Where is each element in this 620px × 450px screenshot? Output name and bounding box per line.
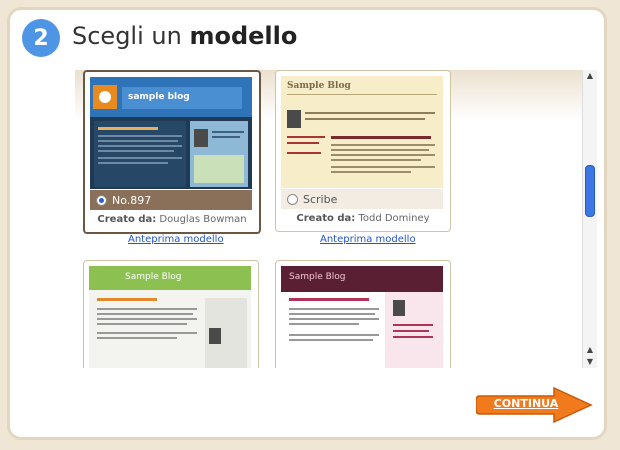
title-prefix: Scegli un — [72, 22, 182, 50]
template-card-green[interactable]: Sample Blog — [83, 260, 259, 368]
thumb-blog-title: Sample Blog — [287, 81, 351, 91]
step-number-badge: 2 — [22, 19, 60, 57]
author-name: Douglas Bowman — [159, 214, 247, 225]
scroll-up-icon[interactable]: ▲ — [583, 344, 597, 356]
author-label: Creato da: — [296, 213, 356, 224]
scroll-up-icon[interactable]: ▲ — [583, 70, 597, 82]
thumb-blog-title: sample blog — [128, 92, 190, 102]
template-card-no897[interactable]: sample blog No.897 Creato da: Douglas Bo… — [83, 70, 261, 234]
thumb-blog-title: Sample Blog — [289, 272, 346, 282]
template-thumbnail-no897[interactable]: sample blog — [90, 77, 252, 189]
template-card-pink[interactable]: Sample Blog — [275, 260, 451, 368]
continue-label: CONTINUA — [493, 397, 559, 410]
template-card-frame: Sample Blog — [275, 260, 451, 368]
title-bold: modello — [189, 22, 298, 50]
template-thumbnail-scribe[interactable]: Sample Blog — [281, 76, 443, 188]
template-card-scribe[interactable]: Sample Blog Scribe Creato da: Todd Domin… — [275, 70, 451, 232]
author-label: Creato da: — [97, 214, 157, 225]
template-thumbnail-pink[interactable]: Sample Blog — [281, 266, 443, 368]
template-card-frame: Sample Blog — [83, 260, 259, 368]
template-gallery: sample blog No.897 Creato da: Douglas Bo… — [75, 70, 595, 368]
template-author: Creato da: Douglas Bowman — [85, 214, 259, 225]
template-name-bar[interactable]: No.897 — [90, 190, 252, 210]
page-title: Scegli un modello — [72, 22, 297, 50]
thumb-blog-title: Sample Blog — [125, 272, 182, 282]
scrollbar-thumb[interactable] — [585, 165, 595, 217]
template-author: Creato da: Todd Dominey — [276, 213, 450, 224]
template-radio-no897[interactable] — [96, 194, 107, 206]
template-thumbnail-green[interactable]: Sample Blog — [89, 266, 251, 368]
template-card-frame: Sample Blog Scribe Creato da: Todd Domin… — [275, 70, 451, 232]
template-radio-scribe[interactable] — [287, 193, 298, 205]
template-card-frame: sample blog No.897 Creato da: Douglas Bo… — [83, 70, 261, 234]
scroll-down-icon[interactable]: ▼ — [583, 356, 597, 368]
preview-link-scribe[interactable]: Anteprima modello — [320, 234, 416, 245]
template-name: No.897 — [112, 193, 152, 207]
continue-button[interactable]: CONTINUA — [476, 386, 594, 424]
template-name-bar[interactable]: Scribe — [281, 189, 443, 209]
preview-link-no897[interactable]: Anteprima modello — [128, 234, 224, 245]
author-name: Todd Dominey — [358, 213, 430, 224]
gallery-scrollbar[interactable]: ▲ ▲ ▼ — [582, 70, 597, 368]
template-name: Scribe — [303, 192, 338, 206]
